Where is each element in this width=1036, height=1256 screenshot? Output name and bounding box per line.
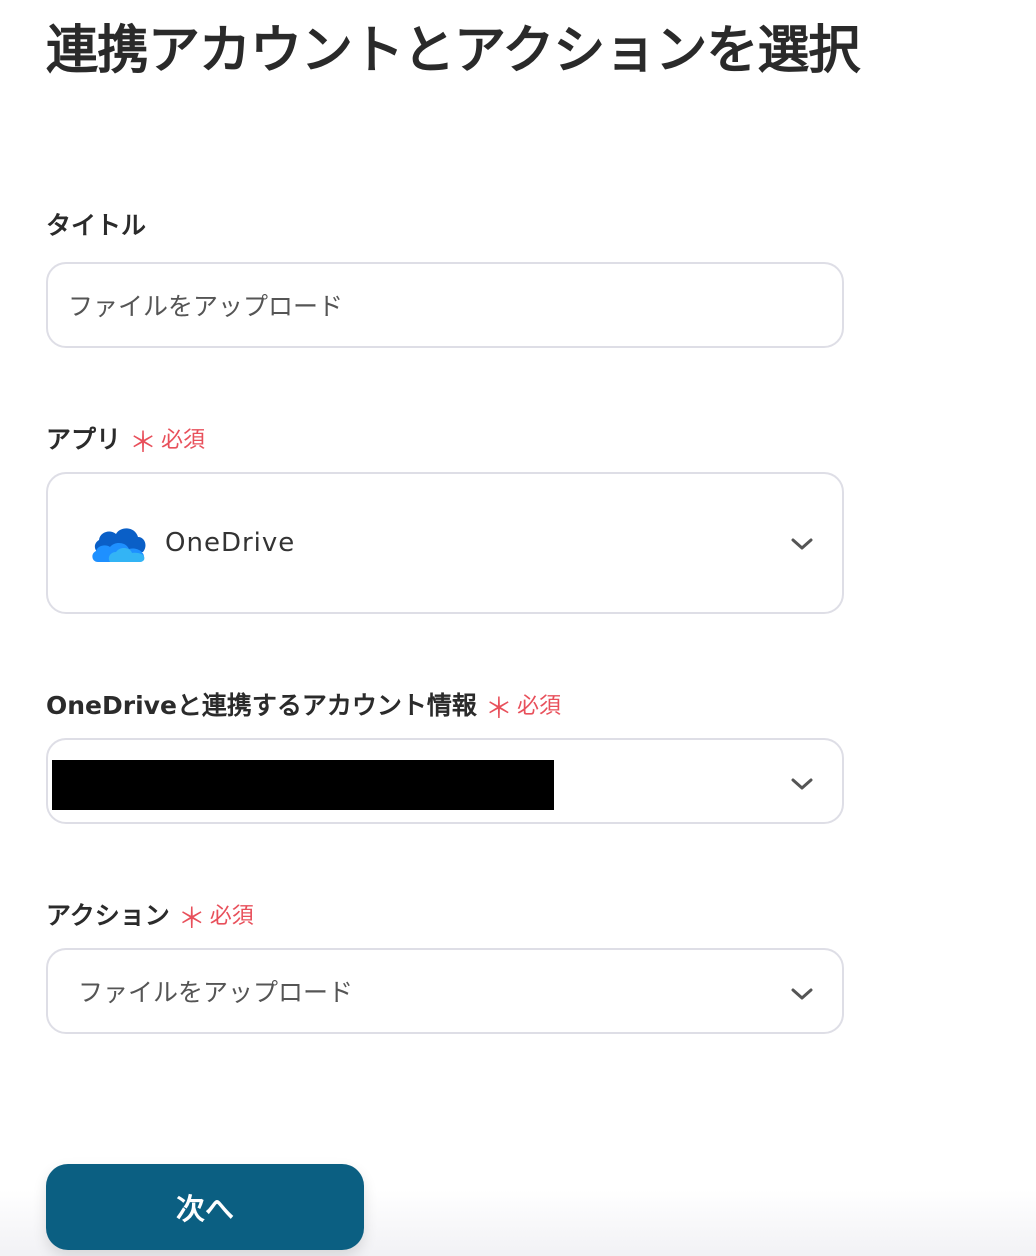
required-badge: ＊ 必須: [129, 418, 206, 459]
app-select-value: OneDrive: [165, 528, 296, 558]
action-select[interactable]: ファイルをアップロード: [46, 948, 844, 1034]
page-title: 連携アカウントとアクションを選択: [46, 21, 860, 81]
onedrive-cloud-icon: [92, 528, 146, 562]
next-button[interactable]: 次へ: [46, 1164, 364, 1250]
chevron-down-icon[interactable]: [790, 536, 814, 552]
required-asterisk-icon: ＊: [129, 426, 158, 459]
app-field-label: アプリ ＊ 必須: [46, 418, 206, 459]
action-select-value: ファイルをアップロード: [78, 978, 354, 1007]
form-page: 連携アカウントとアクションを選択 タイトル ファイルをアップロード アプリ ＊ …: [0, 0, 1036, 1256]
required-text: 必須: [161, 428, 206, 453]
required-asterisk-icon: ＊: [484, 692, 513, 725]
app-select[interactable]: OneDrive: [46, 472, 844, 614]
account-label-text: OneDriveと連携するアカウント情報: [46, 691, 477, 720]
action-label-text: アクション: [46, 901, 170, 930]
title-input[interactable]: ファイルをアップロード: [46, 262, 844, 348]
action-field-label: アクション ＊ 必須: [46, 894, 254, 935]
account-field-label: OneDriveと連携するアカウント情報 ＊ 必須: [46, 684, 561, 725]
title-field-label: タイトル: [46, 206, 146, 242]
required-badge: ＊ 必須: [177, 894, 254, 935]
required-badge: ＊ 必須: [484, 684, 561, 725]
title-input-value: ファイルをアップロード: [68, 292, 344, 321]
chevron-down-icon[interactable]: [790, 986, 814, 1002]
app-label-text: アプリ: [46, 425, 122, 454]
redacted-account-value: [52, 760, 554, 810]
account-select[interactable]: [46, 738, 844, 824]
required-text: 必須: [516, 694, 561, 719]
chevron-down-icon[interactable]: [790, 776, 814, 792]
required-asterisk-icon: ＊: [177, 902, 206, 935]
title-label-text: タイトル: [46, 211, 147, 240]
required-text: 必須: [209, 904, 254, 929]
